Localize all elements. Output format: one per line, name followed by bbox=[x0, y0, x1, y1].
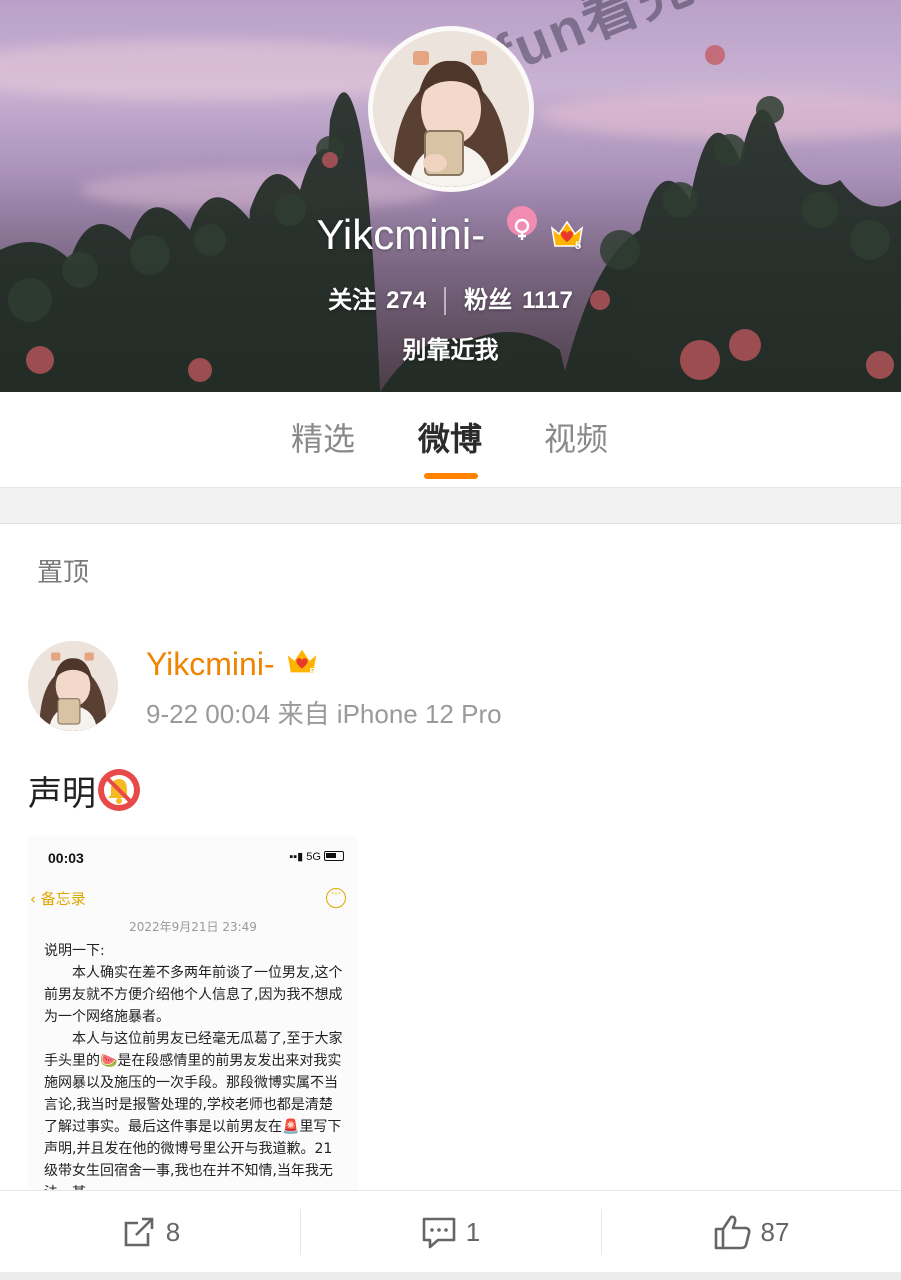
post-image[interactable]: 00:03 ▪▪▮ 5G ‹ 备忘录 ··· 2022年9月21日 23:49 … bbox=[28, 836, 358, 1190]
profile-name: Yikcmini- 5 bbox=[0, 206, 901, 262]
profile-tabs: 精选 微博 视频 bbox=[0, 392, 901, 488]
like-button[interactable]: 87 bbox=[601, 1191, 901, 1273]
post-author-name: Yikcmini- bbox=[146, 646, 275, 682]
post-text: 声明 bbox=[28, 766, 140, 815]
vip-crown-icon[interactable]: 5 bbox=[285, 646, 319, 686]
avatar-image bbox=[373, 31, 529, 187]
stats-divider bbox=[444, 287, 447, 315]
tab-featured[interactable]: 精选 bbox=[291, 414, 355, 460]
profile-cover: 155.fun看完整版 Yikcmini- 5 关注 274 粉丝 1117 别靠近我 bbox=[0, 0, 901, 392]
profile-bio: 别靠近我 bbox=[402, 336, 499, 364]
memo-network: 5G bbox=[306, 851, 321, 863]
post-time: 9-22 00:04 bbox=[146, 699, 271, 729]
pinned-label: 置顶 bbox=[37, 558, 90, 588]
tab-weibo[interactable]: 微博 bbox=[418, 414, 482, 460]
like-count: 87 bbox=[760, 1216, 790, 1247]
avatar-image bbox=[28, 641, 118, 731]
memo-body: 说明一下: 本人确实在差不多两年前谈了一位男友,这个前男友就不方便介绍他个人信息… bbox=[44, 940, 344, 1190]
post-text-content: 声明 bbox=[28, 774, 96, 814]
profile-stats: 关注 274 粉丝 1117 bbox=[0, 280, 901, 315]
followers-label: 粉丝 bbox=[464, 286, 513, 314]
no-bell-icon bbox=[98, 769, 140, 811]
memo-back: ‹ 备忘录 bbox=[30, 888, 86, 909]
memo-status-indicators: ▪▪▮ 5G bbox=[289, 850, 344, 863]
post-source: 来自 iPhone 12 Pro bbox=[277, 699, 502, 729]
signal-icon: ▪▪▮ bbox=[289, 851, 304, 863]
following-label: 关注 bbox=[328, 286, 377, 314]
active-tab-indicator bbox=[424, 473, 478, 479]
repost-count: 8 bbox=[165, 1216, 181, 1247]
repost-button[interactable]: 8 bbox=[0, 1191, 300, 1273]
comment-button[interactable]: 1 bbox=[300, 1191, 600, 1273]
vip-level: 5 bbox=[309, 667, 315, 678]
memo-date: 2022年9月21日 23:49 bbox=[129, 920, 257, 934]
following-count: 274 bbox=[386, 287, 427, 314]
profile-name-text: Yikcmini- bbox=[316, 211, 486, 258]
following-stat[interactable]: 关注 274 bbox=[328, 286, 426, 314]
post-actions: 8 1 87 bbox=[0, 1190, 901, 1272]
more-icon: ··· bbox=[326, 888, 346, 908]
post-author[interactable]: Yikcmini- 5 bbox=[146, 646, 319, 686]
repost-icon bbox=[124, 1217, 154, 1247]
bottom-strip bbox=[0, 1272, 901, 1280]
vip-crown-icon[interactable]: 5 bbox=[549, 214, 585, 262]
memo-line: 本人与这位前男友已经毫无瓜葛了,至于大家手头里的🍉是在段感情里的前男友发出来对我… bbox=[44, 1031, 343, 1190]
post-author-avatar[interactable] bbox=[28, 641, 118, 731]
memo-line: 本人确实在差不多两年前谈了一位男友,这个前男友就不方便介绍他个人信息了,因为我不… bbox=[44, 965, 343, 1025]
profile-avatar[interactable] bbox=[368, 26, 534, 192]
memo-back-label: 备忘录 bbox=[40, 890, 86, 908]
thumbs-up-icon bbox=[714, 1215, 751, 1250]
tab-video[interactable]: 视频 bbox=[544, 414, 608, 460]
section-divider bbox=[0, 488, 901, 524]
memo-line: 说明一下: bbox=[44, 943, 105, 959]
followers-stat[interactable]: 粉丝 1117 bbox=[464, 286, 573, 314]
comment-icon bbox=[422, 1217, 456, 1249]
post-meta: 9-22 00:04 来自 iPhone 12 Pro bbox=[146, 694, 502, 731]
comment-count: 1 bbox=[465, 1216, 481, 1247]
female-icon bbox=[506, 206, 537, 240]
vip-level: 5 bbox=[575, 240, 581, 252]
followers-count: 1117 bbox=[522, 287, 573, 314]
memo-status-time: 00:03 bbox=[48, 850, 84, 866]
battery-icon bbox=[324, 851, 344, 861]
chevron-left-icon: ‹ bbox=[30, 890, 36, 908]
